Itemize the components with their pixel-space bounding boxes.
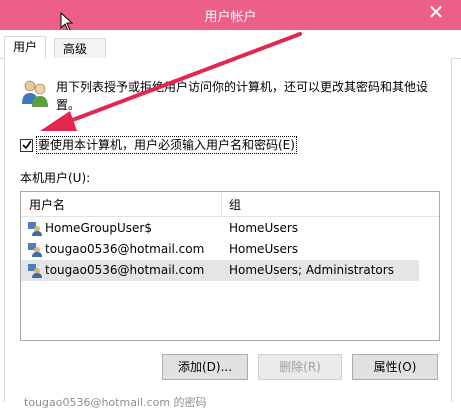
users-icon — [22, 80, 48, 107]
user-group: HomeUsers — [229, 221, 299, 235]
column-divider[interactable] — [221, 192, 222, 216]
mouse-cursor-icon — [60, 12, 74, 32]
remove-user-button[interactable]: 删除(R) — [258, 354, 342, 380]
user-name: HomeGroupUser$ — [45, 221, 152, 235]
table-row-selected[interactable]: tougao0536@hotmail.com HomeUsers; Admini… — [21, 260, 419, 281]
column-header-username[interactable]: 用户名 — [29, 196, 65, 213]
properties-button[interactable]: 属性(O) — [352, 354, 438, 380]
table-row[interactable]: HomeGroupUser$ HomeUsers — [21, 218, 419, 239]
require-password-checkbox-row[interactable]: 要使用本计算机，用户必须输入用户名和密码(E) — [20, 136, 297, 154]
user-group: HomeUsers; Administrators — [229, 263, 394, 277]
user-group: HomeUsers — [229, 242, 299, 256]
tab-strip: 用户 高级 — [0, 30, 461, 59]
close-button[interactable]: ✕ — [421, 0, 451, 26]
add-user-button[interactable]: 添加(D)... — [162, 354, 248, 380]
user-account-icon — [28, 264, 42, 278]
password-section-partial: tougao0536@hotmail.com 的密码 — [24, 396, 207, 409]
table-row[interactable]: tougao0536@hotmail.com HomeUsers — [21, 239, 419, 260]
column-header-group[interactable]: 组 — [229, 196, 241, 213]
require-password-checkbox[interactable] — [20, 138, 33, 152]
tab-advanced[interactable]: 高级 — [54, 38, 106, 58]
user-name: tougao0536@hotmail.com — [45, 263, 205, 277]
description-text: 用下列表授予或拒绝用户访问你的计算机，还可以更改其密码和其他设置。 — [56, 80, 429, 112]
user-name: tougao0536@hotmail.com — [45, 242, 205, 256]
user-account-icon — [28, 222, 42, 236]
user-account-icon — [28, 243, 42, 257]
users-table[interactable]: 用户名 组 HomeGroupUser$ HomeUsers tougao053… — [20, 191, 440, 341]
tab-users[interactable]: 用户 — [4, 36, 47, 59]
local-users-label: 本机用户(U): — [20, 171, 91, 185]
require-password-label[interactable]: 要使用本计算机，用户必须输入用户名和密码(E) — [36, 136, 297, 154]
checkmark-icon — [21, 140, 32, 150]
table-header: 用户名 组 — [21, 192, 439, 217]
